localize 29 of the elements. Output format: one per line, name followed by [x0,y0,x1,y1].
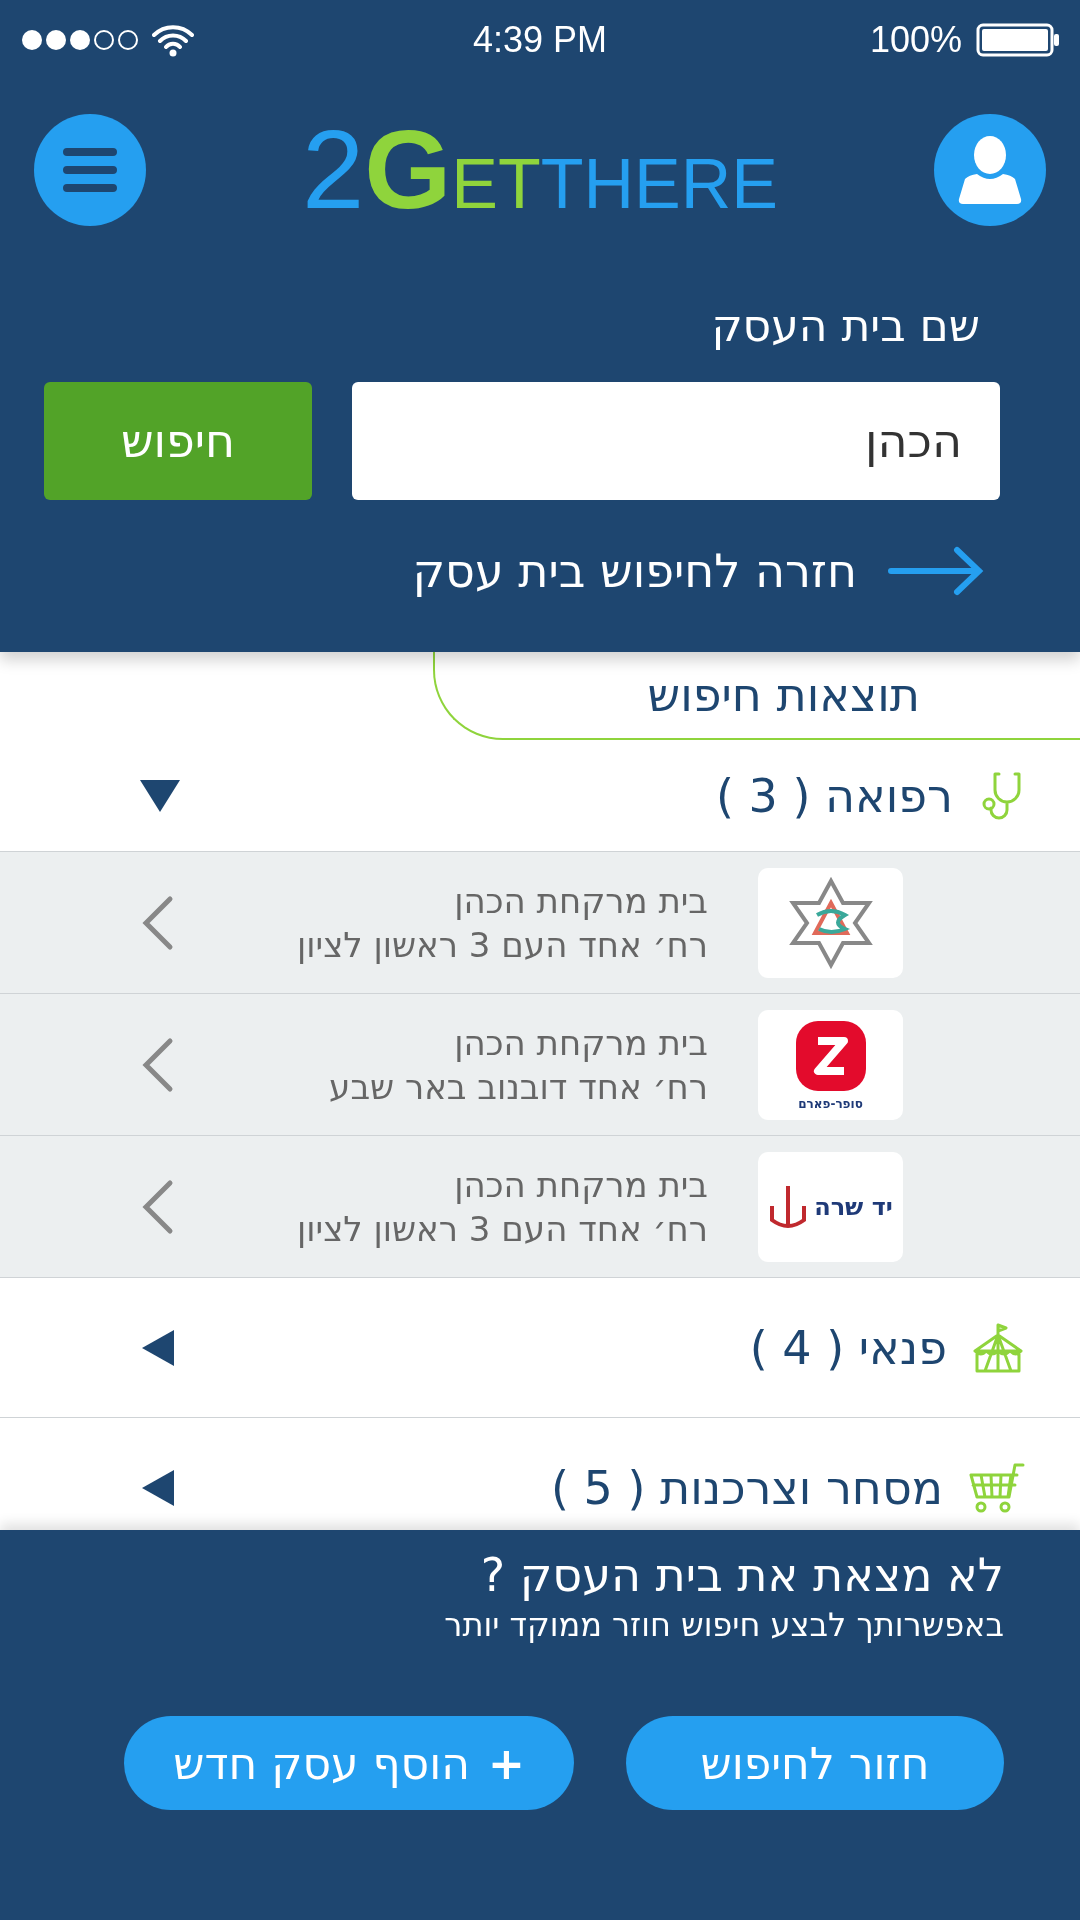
footer-title: לא מצאת את בית העסק ? [479,1548,1004,1602]
business-row[interactable]: יד שרה בית מרקחת הכהן רח׳ אחד העם 3 ראשון לציון [0,1136,1080,1278]
brand-logo: סופר-פארם [758,1009,903,1120]
battery-icon [976,23,1060,57]
user-icon [957,135,1023,205]
business-row[interactable]: בית מרקחת הכהן רח׳ אחד העם 3 ראשון לציון [0,852,1080,994]
signal-icon [20,28,138,52]
wifi-icon [152,23,194,57]
brand-logo: יד שרה [758,1151,903,1262]
field-label: שם בית העסק [711,300,980,351]
business-name: בית מרקחת הכהן [453,880,708,921]
menu-icon [62,147,118,193]
search-field[interactable]: הכהן [352,382,1000,500]
logo: 2GETTHERE [301,114,779,226]
chevron-icon[interactable] [140,1178,174,1235]
battery-percent: 100% [869,19,962,61]
business-row[interactable]: סופר-פארם בית מרקחת הכהן רח׳ אחד דובנוב באר שבע [0,994,1080,1136]
business-address: רח׳ אחד העם 3 ראשון לציון [296,924,708,965]
business-address: רח׳ אחד העם 3 ראשון לציון [296,1208,708,1249]
business-name: בית מרקחת הכהן [453,1022,708,1063]
footer-subtitle: באפשרותך לבצע חיפוש חוזר ממוקד יותר [443,1606,1004,1644]
star-logo-icon [758,867,903,978]
business-name: בית מרקחת הכהן [453,1164,708,1205]
arrow-right-icon [887,546,985,596]
chevron-icon[interactable] [140,1036,174,1093]
back-link[interactable]: חזרה לחיפוש בית עסק [0,500,1080,598]
chevron-icon[interactable] [140,894,174,951]
business-address: רח׳ אחד דובנוב באר שבע [328,1066,708,1107]
status-time: 4:39 PM [472,19,608,61]
